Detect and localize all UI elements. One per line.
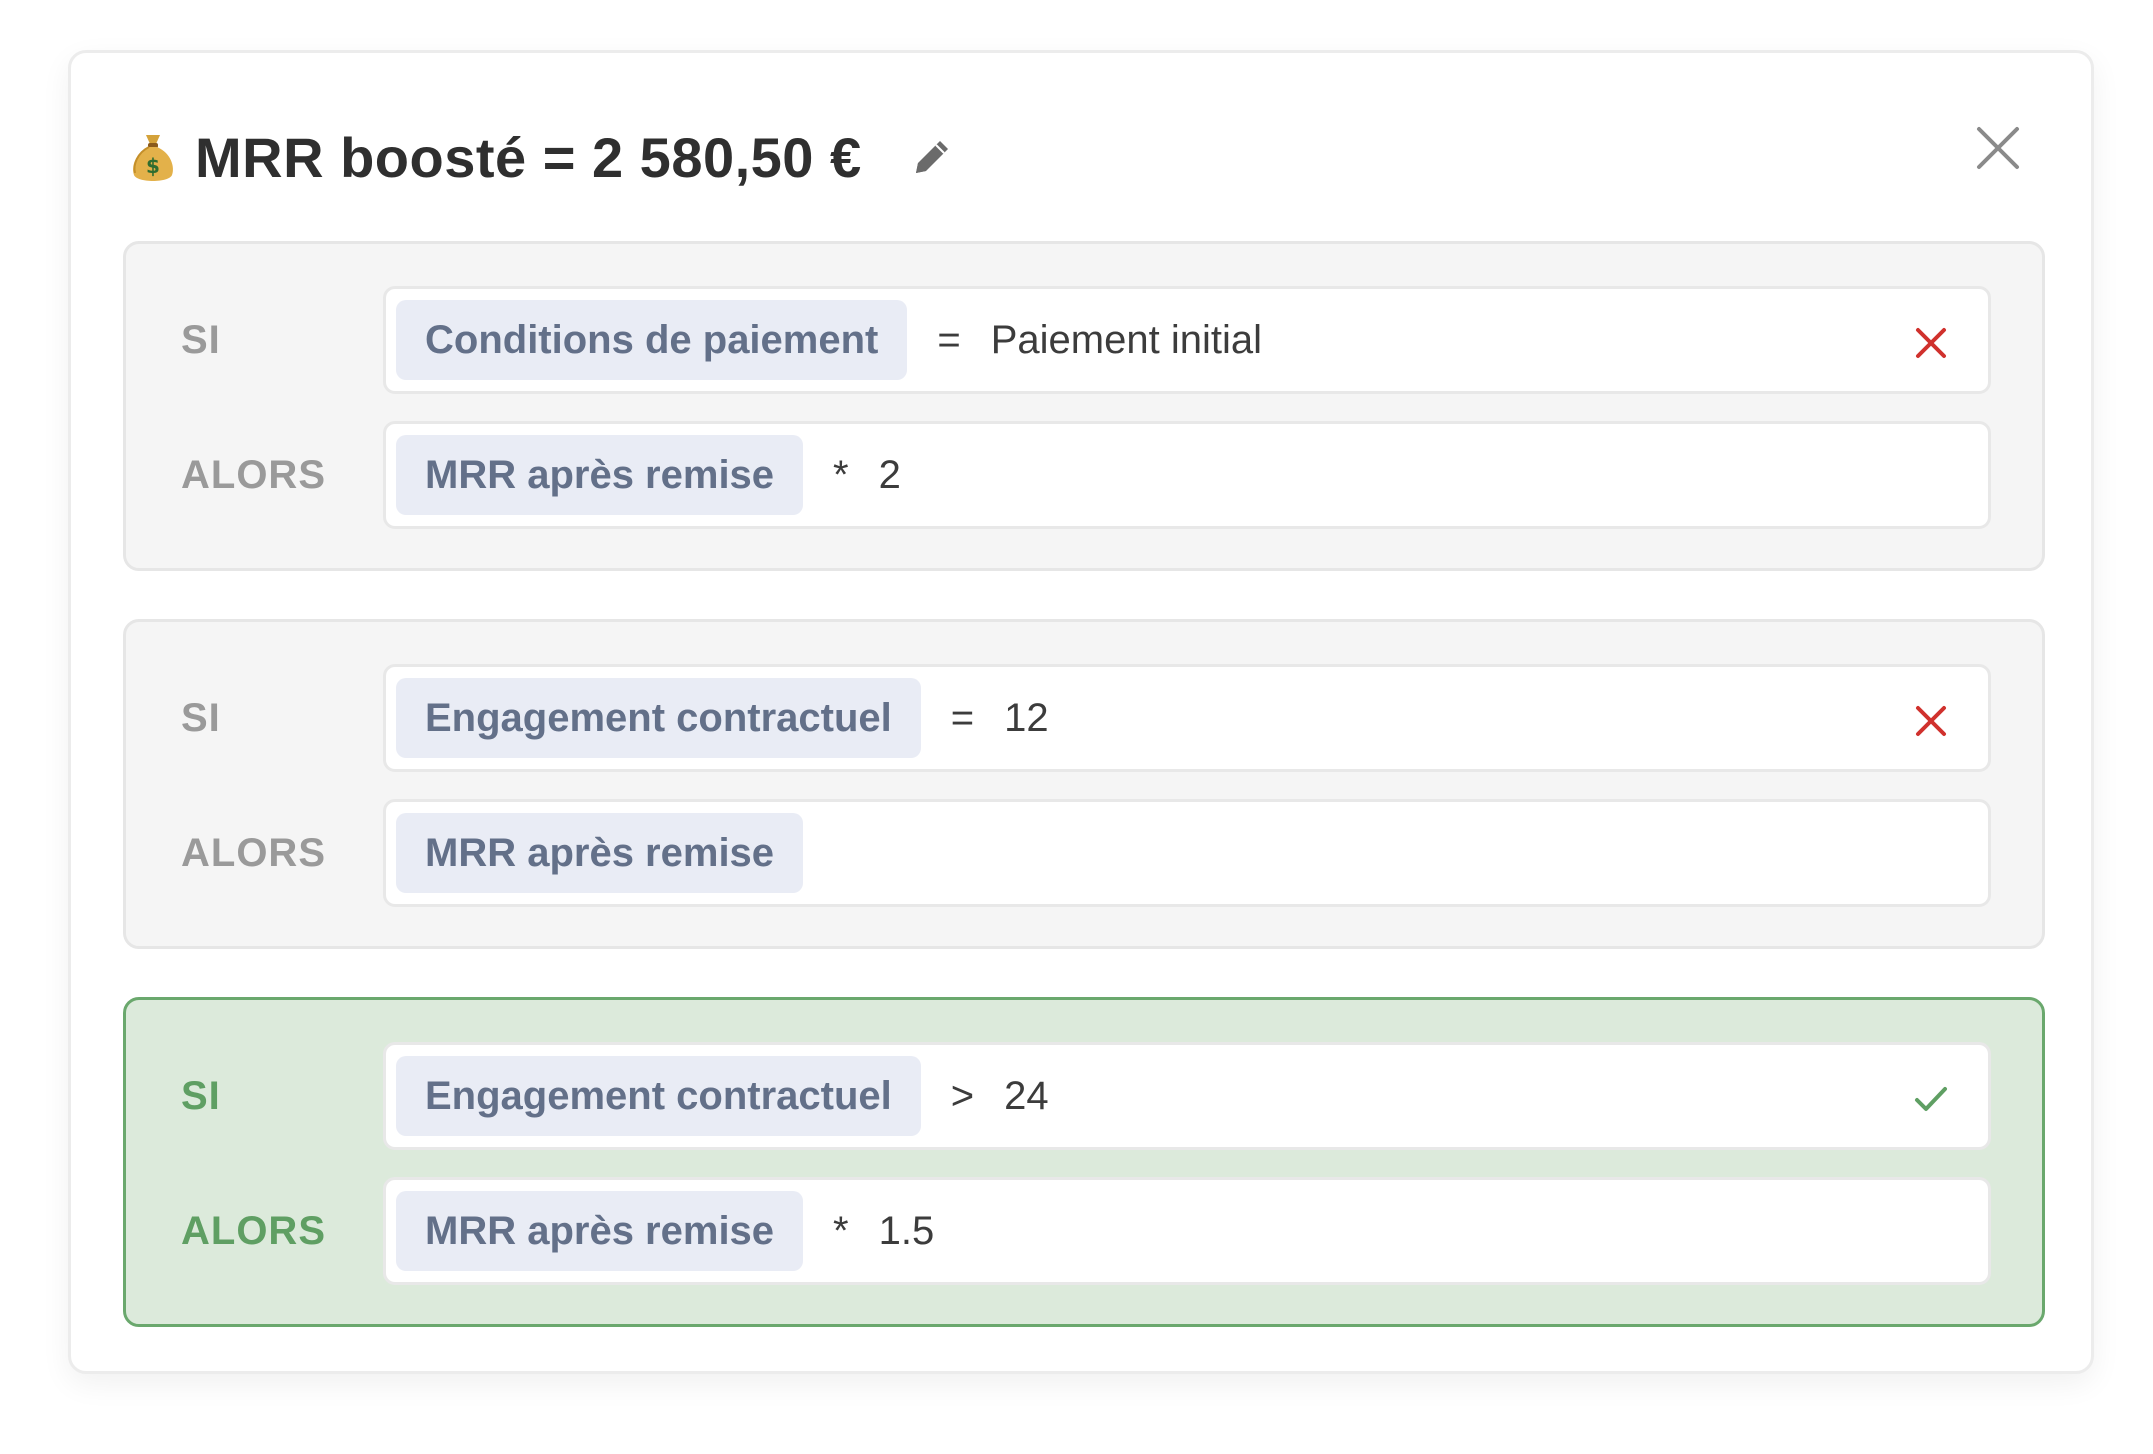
variable-chip[interactable]: Engagement contractuel — [396, 1056, 921, 1136]
if-label: SI — [181, 696, 221, 740]
svg-text:$: $ — [146, 154, 160, 178]
fail-x-icon — [1914, 326, 1948, 360]
rule-block: SI Engagement contractuel = 12 ALORS MRR… — [123, 619, 2045, 949]
result-row: ALORS MRR après remise * 1.5 — [126, 1177, 2042, 1285]
formula-title: MRR boosté = 2 580,50 € — [195, 125, 862, 189]
condition-field[interactable]: Engagement contractuel > 24 — [383, 1042, 1991, 1150]
condition-field[interactable]: Engagement contractuel = 12 — [383, 664, 1991, 772]
close-icon — [1977, 127, 2019, 169]
condition-row: SI Engagement contractuel > 24 — [126, 1042, 2042, 1150]
variable-chip[interactable]: MRR après remise — [396, 435, 804, 515]
rule-block: SI Conditions de paiement = Paiement ini… — [123, 241, 2045, 571]
condition-value[interactable]: Paiement initial — [991, 318, 1262, 363]
operator: * — [833, 452, 849, 497]
then-label: ALORS — [181, 831, 326, 875]
then-label: ALORS — [181, 453, 326, 497]
if-label: SI — [181, 318, 221, 362]
variable-chip[interactable]: MRR après remise — [396, 1191, 804, 1271]
card-header: $ MRR boosté = 2 580,50 € — [129, 117, 956, 197]
if-label: SI — [181, 1074, 221, 1118]
condition-row: SI Conditions de paiement = Paiement ini… — [126, 286, 2042, 394]
condition-field[interactable]: Conditions de paiement = Paiement initia… — [383, 286, 1991, 394]
result-row: ALORS MRR après remise * 2 — [126, 421, 2042, 529]
result-field[interactable]: MRR après remise — [383, 799, 1991, 907]
variable-chip[interactable]: Engagement contractuel — [396, 678, 921, 758]
condition-row: SI Engagement contractuel = 12 — [126, 664, 2042, 772]
success-check-icon — [1914, 1082, 1948, 1116]
rule-block-matched: SI Engagement contractuel > 24 ALORS MRR… — [123, 997, 2045, 1327]
operator: * — [833, 1208, 849, 1253]
result-value[interactable]: 1.5 — [879, 1209, 935, 1254]
pencil-icon[interactable] — [908, 133, 956, 181]
condition-value[interactable]: 24 — [1004, 1074, 1049, 1119]
operator: = — [937, 317, 961, 362]
result-field[interactable]: MRR après remise * 2 — [383, 421, 1991, 529]
result-row: ALORS MRR après remise — [126, 799, 2042, 907]
operator: = — [950, 695, 975, 740]
condition-value[interactable]: 12 — [1004, 696, 1049, 741]
fail-x-icon — [1914, 704, 1948, 738]
variable-chip[interactable]: Conditions de paiement — [396, 300, 908, 380]
close-button[interactable] — [1975, 125, 2021, 171]
result-field[interactable]: MRR après remise * 1.5 — [383, 1177, 1991, 1285]
formula-card: $ MRR boosté = 2 580,50 € SI Conditions … — [68, 50, 2094, 1374]
money-bag-icon: $ — [129, 129, 177, 185]
variable-chip[interactable]: MRR après remise — [396, 813, 804, 893]
operator: > — [950, 1073, 975, 1118]
then-label: ALORS — [181, 1209, 326, 1253]
result-value[interactable]: 2 — [879, 453, 901, 498]
